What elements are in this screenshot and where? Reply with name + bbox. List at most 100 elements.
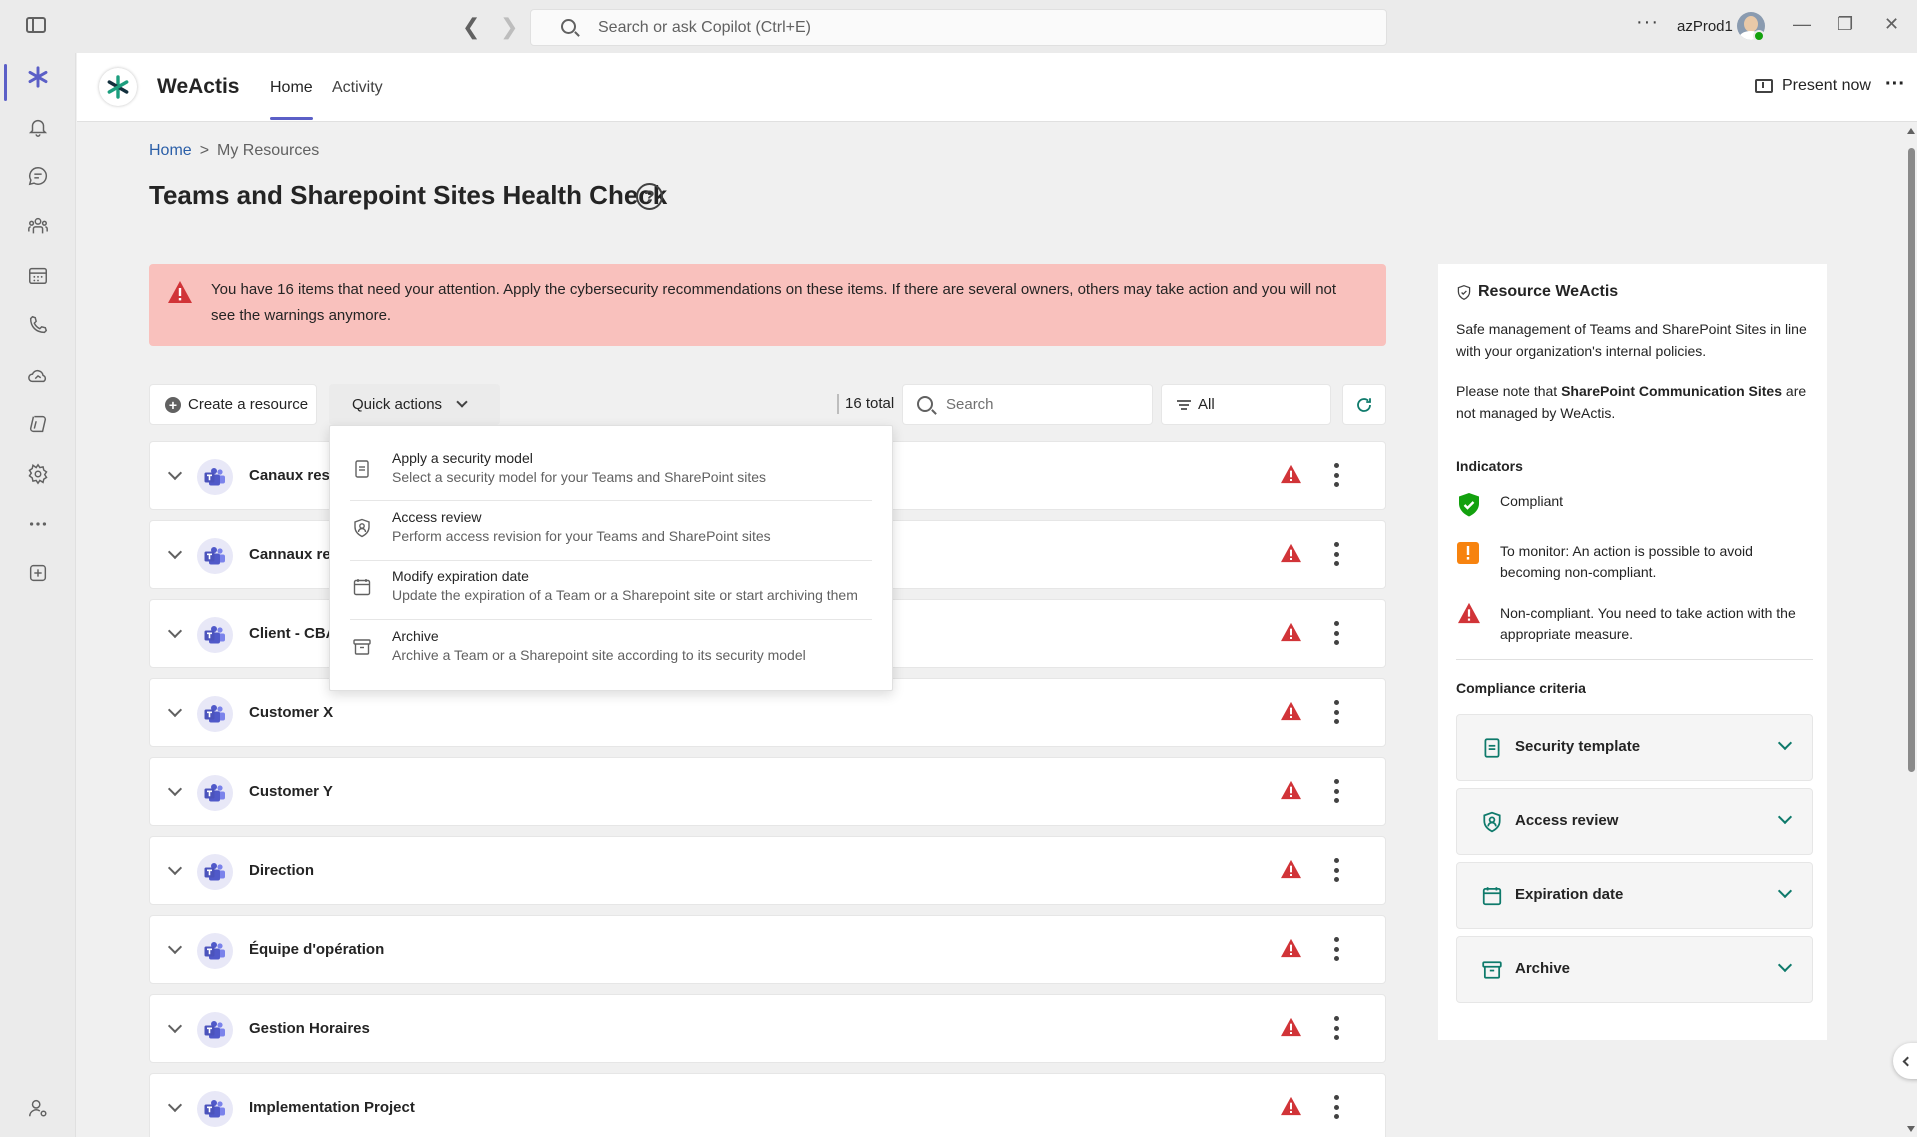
refresh-icon: [1357, 397, 1371, 412]
resource-name: Customer Y: [249, 783, 333, 800]
criteria-access-review[interactable]: Access review: [1456, 788, 1813, 855]
non-compliant-warning-icon: [1281, 859, 1301, 879]
menu-item-access-review[interactable]: Access review Perform access revision fo…: [330, 501, 892, 560]
chat-icon[interactable]: [26, 164, 50, 188]
teams-icon[interactable]: [26, 214, 50, 238]
resource-row[interactable]: Équipe d'opération: [149, 915, 1386, 984]
row-more-options-icon[interactable]: [1333, 542, 1339, 566]
calendar-icon[interactable]: [26, 263, 50, 287]
app-header: WeActis Home Activity Present now ···: [77, 53, 1917, 122]
admin-person-icon[interactable]: [26, 1096, 50, 1120]
resource-row[interactable]: Customer Y: [149, 757, 1386, 826]
row-more-options-icon[interactable]: [1333, 1016, 1339, 1040]
present-now-button[interactable]: Present now: [1755, 77, 1871, 95]
criteria-expiration-date[interactable]: Expiration date: [1456, 862, 1813, 929]
menu-item-archive[interactable]: Archive Archive a Team or a Sharepoint s…: [330, 620, 892, 679]
tab-home[interactable]: Home: [270, 79, 313, 97]
add-apps-icon[interactable]: [26, 561, 50, 585]
compliance-criteria-heading: Compliance criteria: [1456, 680, 1586, 696]
global-search-input[interactable]: Search or ask Copilot (Ctrl+E): [530, 9, 1387, 46]
more-options-icon[interactable]: ···: [1636, 11, 1659, 34]
expand-chevron-icon[interactable]: [167, 1018, 183, 1034]
teams-logo-icon: [197, 1091, 233, 1127]
row-more-options-icon[interactable]: [1333, 779, 1339, 803]
breadcrumb-home-link[interactable]: Home: [149, 142, 192, 159]
filter-dropdown[interactable]: All: [1161, 384, 1331, 425]
presence-available-icon: [1753, 30, 1765, 42]
expand-chevron-icon[interactable]: [167, 860, 183, 876]
shield-check-icon: [1457, 284, 1471, 300]
row-more-options-icon[interactable]: [1333, 937, 1339, 961]
resource-name: Direction: [249, 862, 315, 879]
row-more-options-icon[interactable]: [1333, 463, 1339, 487]
menu-item-title: Access review: [392, 509, 482, 525]
sidebar-toggle-icon[interactable]: [26, 17, 46, 33]
row-more-options-icon[interactable]: [1333, 1095, 1339, 1119]
weactis-app-icon[interactable]: [26, 65, 50, 89]
expand-chevron-icon[interactable]: [167, 939, 183, 955]
panel-note: Please note that SharePoint Communicatio…: [1456, 380, 1812, 424]
resource-search-input[interactable]: Search: [902, 384, 1153, 425]
row-more-options-icon[interactable]: [1333, 621, 1339, 645]
menu-item-description: Perform access revision for your Teams a…: [392, 528, 771, 544]
resource-row[interactable]: Implementation Project: [149, 1073, 1386, 1137]
teams-logo-icon: [197, 696, 233, 732]
resource-row[interactable]: Direction: [149, 836, 1386, 905]
resource-name: Canaux rest: [249, 467, 335, 484]
indicators-heading: Indicators: [1456, 458, 1523, 474]
expand-chevron-icon[interactable]: [167, 702, 183, 718]
refresh-button[interactable]: [1342, 384, 1386, 425]
app-more-icon[interactable]: ···: [1885, 73, 1905, 96]
breadcrumb-current: My Resources: [217, 142, 320, 159]
global-search-placeholder: Search or ask Copilot (Ctrl+E): [598, 19, 811, 36]
forward-arrow-icon[interactable]: ❯: [500, 14, 518, 40]
expand-chevron-icon[interactable]: [167, 544, 183, 560]
bell-icon[interactable]: [26, 115, 50, 139]
more-apps-icon[interactable]: [26, 512, 50, 536]
non-compliant-warning-icon: [1281, 543, 1301, 563]
teams-logo-icon: [197, 933, 233, 969]
panel-title-text: Resource WeActis: [1478, 283, 1619, 300]
criteria-security-template[interactable]: Security template: [1456, 714, 1813, 781]
quick-actions-button[interactable]: Quick actions: [329, 384, 500, 425]
expand-chevron-icon[interactable]: [167, 465, 183, 481]
attention-alert: You have 16 items that need your attenti…: [149, 264, 1386, 346]
main-content: Home > My Resources Teams and Sharepoint S…: [77, 122, 1906, 1137]
minimize-icon[interactable]: —: [1793, 14, 1811, 35]
back-arrow-icon[interactable]: ❮: [462, 14, 480, 40]
warning-triangle-icon: [168, 281, 192, 303]
criteria-archive[interactable]: Archive: [1456, 936, 1813, 1003]
row-more-options-icon[interactable]: [1333, 700, 1339, 724]
add-circle-icon: +: [165, 396, 181, 413]
menu-item-title: Archive: [392, 628, 439, 644]
teams-logo-icon: [197, 1012, 233, 1048]
close-icon[interactable]: ✕: [1884, 14, 1899, 35]
scroll-up-icon[interactable]: [1907, 128, 1915, 134]
menu-item-modify-expiration-date[interactable]: Modify expiration date Update the expira…: [330, 560, 892, 619]
scroll-down-icon[interactable]: [1907, 1126, 1915, 1132]
menu-item-description: Archive a Team or a Sharepoint site acco…: [392, 647, 806, 663]
active-tab-indicator: [270, 117, 313, 120]
non-compliant-triangle-icon: [1458, 602, 1480, 624]
restore-icon[interactable]: ❐: [1837, 14, 1853, 35]
filter-icon: [1177, 399, 1193, 411]
teams-logo-icon: [197, 854, 233, 890]
panel-note-bold: SharePoint Communication Sites: [1561, 383, 1783, 399]
expand-chevron-icon[interactable]: [167, 1097, 183, 1113]
scroll-thumb[interactable]: [1908, 148, 1915, 772]
resource-row[interactable]: Gestion Horaires: [149, 994, 1386, 1063]
expand-chevron-icon[interactable]: [167, 623, 183, 639]
menu-item-apply-security-model[interactable]: Apply a security model Select a security…: [330, 442, 892, 501]
copilot-icon[interactable]: [26, 412, 50, 436]
shield-person-icon: [1483, 811, 1501, 833]
create-resource-button[interactable]: + Create a resource: [149, 384, 317, 425]
row-more-options-icon[interactable]: [1333, 858, 1339, 882]
chevron-down-icon: [1777, 735, 1793, 751]
expand-chevron-icon[interactable]: [167, 781, 183, 797]
tab-activity[interactable]: Activity: [332, 79, 383, 97]
calls-icon[interactable]: [26, 313, 50, 337]
apps-settings-icon[interactable]: [26, 462, 50, 486]
help-icon[interactable]: ?: [636, 183, 663, 210]
onedrive-icon[interactable]: [26, 363, 50, 387]
main-scrollbar[interactable]: [1906, 122, 1917, 1137]
